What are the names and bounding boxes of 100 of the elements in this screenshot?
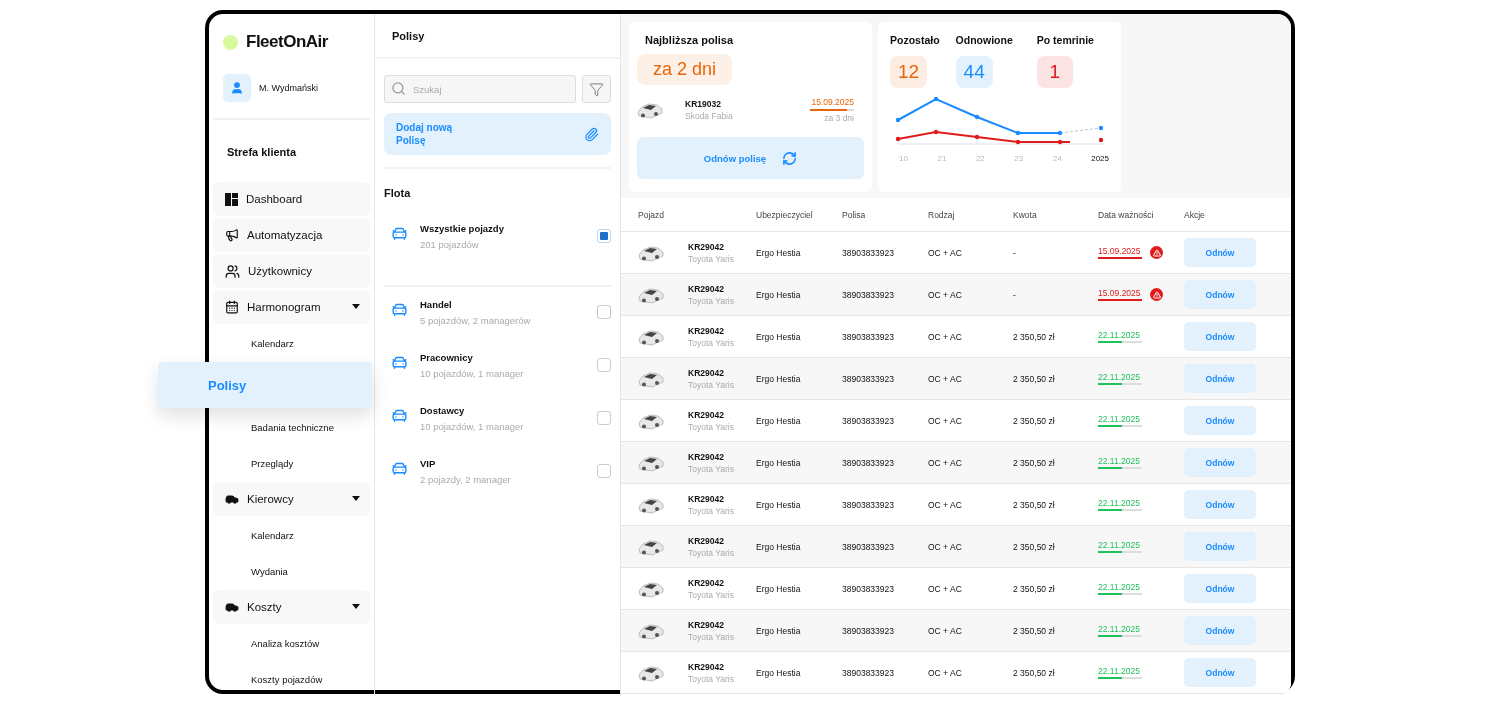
column-header: Ubezpieczyciel: [756, 209, 814, 220]
column-header: Polisa: [842, 209, 867, 220]
nav-item[interactable]: Automatyzacja: [213, 218, 370, 252]
nav-subitem[interactable]: Analiza kosztów: [213, 626, 370, 660]
table-cell-text: OC + AC: [928, 541, 963, 552]
group-name: VIP: [420, 458, 437, 469]
plate: KR29042: [688, 409, 725, 420]
refresh-icon: [782, 150, 798, 166]
table-cell-text: OC + AC: [928, 499, 963, 510]
table-cell-text: Ergo Hestia: [756, 583, 802, 594]
table-cell-text: -: [1013, 247, 1017, 258]
checkbox[interactable]: [597, 305, 611, 319]
data-point: [974, 134, 980, 140]
nav-item[interactable]: Kierowcy: [213, 482, 370, 516]
caret-icon[interactable]: [352, 304, 360, 310]
checkbox[interactable]: [597, 411, 611, 425]
nav-item[interactable]: Koszty: [213, 590, 370, 624]
column-header: Data ważności: [1098, 209, 1155, 220]
expiry-date: 22.11.2025: [1098, 414, 1141, 424]
checkbox[interactable]: [597, 464, 611, 478]
table-cell-text: OC + AC: [928, 373, 963, 384]
car-icon: [391, 225, 408, 242]
remaining-time: za 3 dni: [824, 113, 854, 123]
axis-label: 10: [899, 154, 908, 163]
renew-button[interactable]: Odnów: [1184, 448, 1256, 477]
table-cell-text: Ergo Hestia: [756, 289, 802, 300]
table-cell-text: 2 350,50 zł: [1013, 667, 1056, 678]
car-icon: [225, 492, 239, 506]
group-name: Dostawcy: [420, 405, 466, 416]
axis-label: 21: [937, 154, 947, 163]
expiry-date: 22.11.2025: [1098, 582, 1141, 592]
search-field[interactable]: Szukaj: [384, 75, 576, 103]
car-icon: [391, 460, 408, 477]
nav-subitem[interactable]: Polisy: [158, 362, 372, 408]
data-point: [1098, 125, 1104, 131]
table-cell-text: OC + AC: [928, 457, 963, 468]
group-name: Handel: [420, 299, 453, 310]
car-model: Toyota Yaris: [688, 295, 735, 306]
data-point: [1015, 130, 1021, 136]
renew-button[interactable]: Odnów: [1184, 406, 1256, 435]
table-cell-text: 38903833923: [842, 667, 895, 678]
checkbox[interactable]: [597, 358, 611, 372]
renew-button[interactable]: Odnów: [1184, 322, 1256, 351]
car-icon: [637, 100, 663, 120]
table-cell-text: Ergo Hestia: [756, 625, 802, 636]
dashboard-icon: [225, 192, 238, 206]
car-model: Toyota Yaris: [688, 547, 735, 558]
renew-button[interactable]: Odnów: [1184, 490, 1256, 519]
table-cell-text: 38903833923: [842, 457, 895, 468]
renew-button[interactable]: Odnów: [1184, 658, 1256, 687]
avatar[interactable]: [223, 74, 251, 102]
expiry-date: 22.11.2025: [1098, 498, 1141, 508]
plate: KR29042: [688, 241, 725, 252]
car-model: Toyota Yaris: [688, 631, 735, 642]
table-cell-text: 38903833923: [842, 331, 895, 342]
renew-button[interactable]: Odnów: [1184, 238, 1256, 267]
expiry-date: 22.11.2025: [1098, 456, 1141, 466]
nav-subitem[interactable]: Przeglądy: [213, 446, 370, 480]
warning-icon: [1150, 246, 1163, 259]
checkbox[interactable]: [597, 229, 611, 243]
nav-subitem[interactable]: Wydania: [213, 554, 370, 588]
table-cell-text: OC + AC: [928, 583, 963, 594]
expiry-date: 22.11.2025: [1098, 624, 1141, 634]
expiry-date: 15.09.2025: [1098, 246, 1142, 256]
caret-icon[interactable]: [352, 604, 360, 610]
car-model: Toyota Yaris: [688, 421, 735, 432]
table-cell-text: 2 350,50 zł: [1013, 583, 1056, 594]
table-cell-text: 38903833923: [842, 499, 895, 510]
nav-subitem[interactable]: Kalendarz: [213, 518, 370, 552]
renew-button[interactable]: Odnów: [1184, 364, 1256, 393]
table-cell-text: OC + AC: [928, 247, 963, 258]
stat-value: 44: [955, 56, 993, 88]
table-cell-text: Ergo Hestia: [756, 541, 802, 552]
data-point: [1015, 139, 1021, 145]
nav-item[interactable]: Dashboard: [213, 182, 370, 216]
filter-button[interactable]: [582, 75, 611, 103]
nav-subitem[interactable]: Koszty pojazdów: [213, 662, 370, 696]
plate: KR29042: [688, 619, 725, 630]
nav-item[interactable]: Harmonogram: [213, 290, 370, 324]
table-cell-text: 38903833923: [842, 247, 895, 258]
fleet-title: Flota: [384, 186, 412, 201]
caret-icon[interactable]: [352, 496, 360, 502]
renew-button[interactable]: Odnów: [1184, 532, 1256, 561]
axis-label: 22: [975, 154, 985, 163]
renew-button[interactable]: Odnów: [1184, 280, 1256, 309]
group-info: 10 pojazdów, 1 manager: [420, 368, 525, 379]
renew-policy-button[interactable]: Odnów polisę: [637, 137, 864, 179]
table-cell-text: Ergo Hestia: [756, 667, 802, 678]
renew-button[interactable]: Odnów: [1184, 574, 1256, 603]
nav-subitem[interactable]: Badania techniczne: [213, 410, 370, 444]
plate: KR29042: [688, 325, 725, 336]
add-policy-button[interactable]: Dodaj nową Polisę: [384, 113, 611, 155]
due-badge: za 2 dni: [637, 54, 733, 85]
column-header: Kwota: [1013, 209, 1038, 220]
nav-item[interactable]: Użytkownicy: [213, 254, 370, 288]
expiry-date: 22.11.2025: [1098, 372, 1141, 382]
table-cell-text: OC + AC: [928, 415, 963, 426]
nav-subitem[interactable]: Kalendarz: [213, 326, 370, 360]
renew-button[interactable]: Odnów: [1184, 616, 1256, 645]
table-cell-text: 2 350,50 zł: [1013, 415, 1056, 426]
